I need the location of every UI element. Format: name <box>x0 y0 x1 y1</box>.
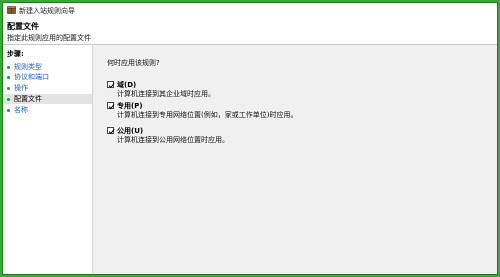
step-bullet-icon <box>7 86 10 90</box>
window-title: 新建入站规则向导 <box>19 7 75 15</box>
page-subtitle: 指定此规则应用的配置文件 <box>7 34 91 42</box>
steps-heading: 步骤: <box>7 50 24 58</box>
step-protocol-ports[interactable]: 协议和端口 <box>3 72 92 82</box>
checkmark-icon <box>108 104 115 110</box>
step-bullet-icon <box>7 65 10 69</box>
domain-checkbox[interactable] <box>107 81 115 89</box>
checkmark-icon <box>108 83 115 89</box>
public-description: 计算机连接到公用网络位置时应用。 <box>117 136 229 144</box>
step-label: 规则类型 <box>14 63 42 71</box>
checkmark-icon <box>108 129 115 135</box>
step-label: 操作 <box>14 84 28 92</box>
step-rule-type[interactable]: 规则类型 <box>3 62 92 72</box>
page-title: 配置文件 <box>7 22 39 31</box>
step-name[interactable]: 名称 <box>3 105 92 115</box>
step-label: 协议和端口 <box>14 73 49 81</box>
step-bullet-icon <box>7 108 10 112</box>
private-checkbox[interactable] <box>107 102 115 110</box>
private-description: 计算机连接到专用网络位置(例如，家或工作单位)时应用。 <box>117 111 298 119</box>
main-content: 何时应用该规则? 域(D) 计算机连接到其企业域时应用。 专用(P) 计算机连接… <box>93 45 497 274</box>
firewall-app-icon <box>7 6 16 14</box>
wizard-header: 配置文件 指定此规则应用的配置文件 <box>3 17 497 44</box>
steps-sidebar: 步骤: 规则类型 协议和端口 操作 配置文件 名称 <box>3 45 93 274</box>
profile-question: 何时应用该规则? <box>107 59 160 67</box>
step-label: 名称 <box>14 106 28 114</box>
step-action[interactable]: 操作 <box>3 83 92 93</box>
public-checkbox[interactable] <box>107 127 115 135</box>
step-label: 配置文件 <box>14 95 42 103</box>
step-profile[interactable]: 配置文件 <box>3 94 92 104</box>
domain-description: 计算机连接到其企业域时应用。 <box>117 90 215 98</box>
wizard-window: 新建入站规则向导 配置文件 指定此规则应用的配置文件 步骤: 规则类型 协议和端… <box>2 2 498 275</box>
step-bullet-icon <box>7 97 10 101</box>
title-bar: 新建入站规则向导 <box>3 3 497 17</box>
step-bullet-icon <box>7 75 10 79</box>
